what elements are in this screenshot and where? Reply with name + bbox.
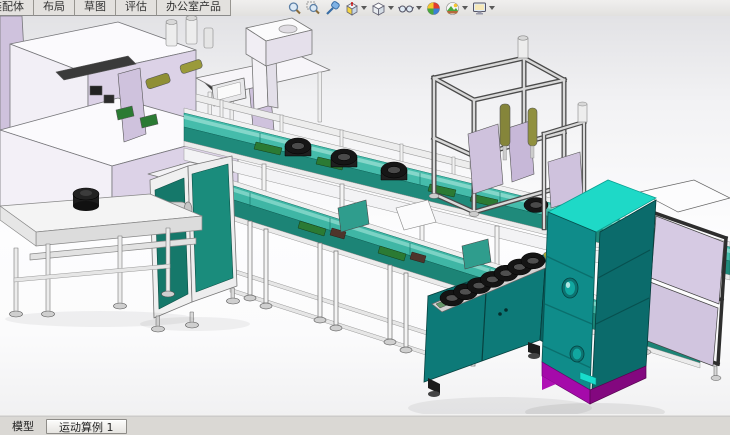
zoom-to-fit-icon (287, 1, 302, 16)
edit-appearance-button[interactable] (425, 0, 442, 16)
tab-evaluate[interactable]: 评估 (116, 0, 157, 16)
graphics-viewport[interactable] (0, 16, 730, 414)
heads-up-view-toolbar (286, 0, 496, 16)
view-settings-icon (472, 1, 487, 16)
apply-scene-button[interactable] (444, 0, 469, 16)
hide-show-items-button[interactable] (397, 0, 423, 16)
tab-layout[interactable]: 布局 (34, 0, 75, 16)
section-view-button[interactable] (343, 0, 368, 16)
command-manager-tabs: 装配体 布局 草图 评估 办公室产品 (0, 0, 231, 16)
zoom-to-fit-button[interactable] (286, 0, 303, 16)
apply-scene-dropdown[interactable] (462, 6, 468, 10)
section-view-dropdown[interactable] (361, 6, 367, 10)
cad-application-window: 装配体 布局 草图 评估 办公室产品 (0, 0, 730, 435)
tab-model[interactable]: 模型 (0, 418, 44, 434)
hide-show-items-dropdown[interactable] (416, 6, 422, 10)
top-toolbar-strip: 装配体 布局 草图 评估 办公室产品 (0, 0, 730, 16)
zoom-to-area-icon (306, 1, 321, 16)
view-settings-dropdown[interactable] (489, 6, 495, 10)
previous-view-button[interactable] (324, 0, 341, 16)
study-tab-bar: 模型 运动算例 1 (0, 417, 730, 435)
assembly-model (0, 16, 730, 414)
tab-assembly[interactable]: 装配体 (0, 0, 34, 16)
workpiece-puck[interactable] (73, 188, 99, 211)
hide-show-items-icon (398, 1, 414, 16)
display-style-dropdown[interactable] (388, 6, 394, 10)
section-view-icon (344, 1, 359, 16)
edit-appearance-icon (426, 1, 441, 16)
tab-motion-study-1[interactable]: 运动算例 1 (46, 419, 127, 434)
display-style-button[interactable] (370, 0, 395, 16)
tab-sketch[interactable]: 草图 (75, 0, 116, 16)
previous-view-icon (325, 1, 340, 16)
tab-office-products[interactable]: 办公室产品 (157, 0, 231, 16)
apply-scene-icon (445, 1, 460, 16)
display-style-icon (371, 1, 386, 16)
zoom-to-area-button[interactable] (305, 0, 322, 16)
view-settings-button[interactable] (471, 0, 496, 16)
